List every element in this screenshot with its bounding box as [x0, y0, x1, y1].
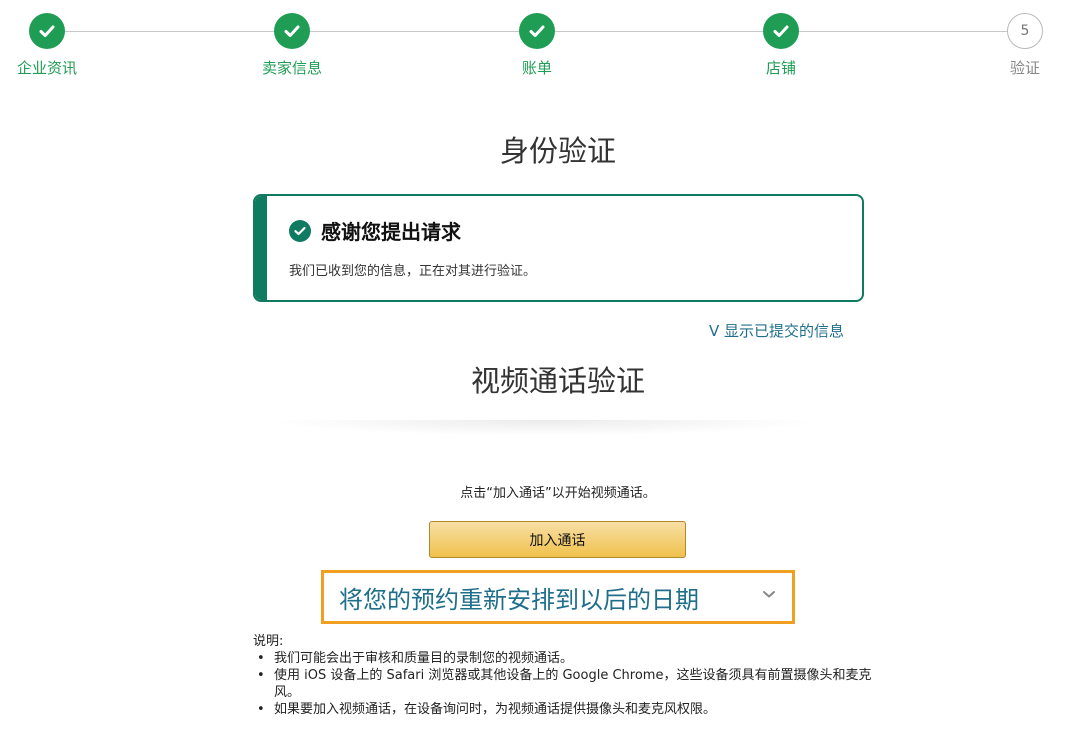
alert-body: 我们已收到您的信息，正在对其进行验证。: [289, 264, 537, 279]
chevron-down-icon: [758, 583, 780, 605]
join-call-button[interactable]: 加入通话: [429, 521, 686, 558]
page-title: 身份验证: [499, 134, 616, 168]
list-item: 使用 iOS 设备上的 Safari 浏览器或其他设备上的 Google Chr…: [253, 667, 873, 701]
notes-section: 说明: 我们可能会出于审核和质量目的录制您的视频通话。 使用 iOS 设备上的 …: [253, 633, 873, 718]
alert-accent-bar: [255, 196, 267, 300]
alert-heading: 感谢您提出请求: [321, 220, 461, 244]
check-circle-icon: [289, 219, 311, 242]
step-label: 账单: [521, 59, 552, 77]
checkmark-icon: [274, 13, 310, 49]
list-item: 我们可能会出于审核和质量目的录制您的视频通话。: [253, 650, 873, 667]
notes-heading: 说明:: [253, 634, 284, 649]
alert-heading-row: 感谢您提出请求: [289, 216, 461, 245]
join-hint-text: 点击“加入通话”以开始视频通话。: [460, 486, 656, 501]
step-3: 账单: [477, 13, 597, 78]
checkmark-icon: [763, 13, 799, 49]
list-item: 如果要加入视频通话，在设备询问时，为视频通话提供摄像头和麦克风权限。: [253, 701, 873, 718]
step-2: 卖家信息: [232, 13, 352, 78]
notes-list: 我们可能会出于审核和质量目的录制您的视频通话。 使用 iOS 设备上的 Safa…: [253, 650, 873, 718]
step-5: 5 验证: [965, 13, 1080, 78]
reschedule-label: 将您的预约重新安排到以后的日期: [339, 585, 699, 614]
step-label: 验证: [1009, 59, 1040, 77]
checkmark-icon: [29, 13, 65, 49]
step-label: 企业资讯: [16, 59, 77, 77]
show-submitted-info-link[interactable]: V 显示已提交的信息: [709, 320, 844, 341]
success-alert: 感谢您提出请求 我们已收到您的信息，正在对其进行验证。: [253, 194, 864, 302]
checkmark-icon: [519, 13, 555, 49]
video-section-title: 视频通话验证: [470, 364, 645, 398]
progress-stepper: 企业资讯 卖家信息 账单 店铺 5 验证: [0, 0, 1080, 90]
step-1: 企业资讯: [0, 13, 107, 78]
step-label: 卖家信息: [261, 59, 322, 77]
step-number: 5: [1007, 13, 1043, 49]
reschedule-toggle[interactable]: 将您的预约重新安排到以后的日期: [321, 570, 795, 624]
step-4: 店铺: [721, 13, 841, 78]
section-divider: [265, 420, 825, 436]
step-label: 店铺: [765, 59, 796, 77]
